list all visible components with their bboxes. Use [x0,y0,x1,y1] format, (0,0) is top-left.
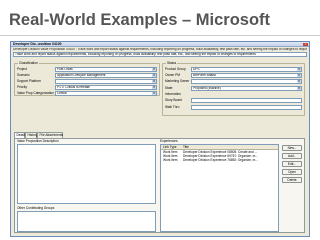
walk-thru-field[interactable] [191,105,302,110]
state-row: State Proposed (Inactive) ▼ [165,86,302,91]
add-link-button[interactable]: Add... [282,153,302,159]
value-prop-category-value: Critical [57,91,67,95]
classification-title: Classification [18,60,39,66]
other-groups-field[interactable] [17,211,156,232]
project-label: Project [17,66,27,71]
chevron-down-icon[interactable]: ▼ [297,74,301,77]
summary-field[interactable]: Trace work and report status against req… [13,52,307,57]
information-title: Information [165,92,181,96]
project-select[interactable]: Post Orcas ▼ [55,67,157,72]
title-divider [0,35,320,36]
state-label: State [165,85,173,90]
support-platform-row: Support Platform ▼ [17,79,157,84]
table-row[interactable]: Work Item Developer Division Experience … [161,158,278,162]
chevron-down-icon[interactable]: ▼ [152,86,156,89]
open-link-button[interactable]: Open [282,169,302,175]
value-prop-category-label: Value Prop Categorization [17,90,54,95]
marketing-owner-label: Marketing Owner [165,78,190,83]
vp-description-field[interactable] [17,144,156,204]
story-board-field[interactable] [191,98,302,103]
owner-pm-row: Owner PM BrbParrh Bhatia ▼ [165,73,302,78]
scenario-row: Scenario Application Lifecycle Managemen… [17,73,157,78]
edit-link-button[interactable]: Edit... [282,161,302,167]
value-prop-category-row: Value Prop Categorization Critical ▼ [17,91,157,96]
marketing-owner-row: Marketing Owner ▼ [165,79,302,84]
marketing-owner-select[interactable]: ▼ [191,79,302,84]
grid-header-title[interactable]: Title [183,145,189,150]
experiences-label: Experiences [160,139,178,143]
owner-pm-value: BrbParrh Bhatia [193,73,216,77]
status-group: Status Product Group DPS ▼ Owner PM BrbP… [162,60,305,116]
slide-title: Real-World Examples – Microsoft [9,11,271,29]
scenario-select[interactable]: Application Lifecycle Management ▼ [55,73,157,78]
support-platform-label: Support Platform [17,78,41,83]
priority-row: Priority P1 0. Critical to release ▼ [17,85,157,90]
window-title: Developer Div...ossition 04100 [13,41,62,46]
experiences-grid: Link Type Title Work Item Developer Divi… [160,144,279,232]
chevron-down-icon[interactable]: ▼ [152,92,156,95]
chevron-down-icon[interactable]: ▼ [297,68,301,71]
chevron-down-icon[interactable]: ▼ [152,80,156,83]
product-group-value: DPS [193,67,200,71]
state-select[interactable]: Proposed (Inactive) ▼ [191,86,302,91]
chevron-down-icon[interactable]: ▼ [297,87,301,90]
state-value: Proposed (Inactive) [193,86,221,90]
classification-group: Classification Project Post Orcas ▼ Scen… [14,60,160,96]
scenario-value: Application Lifecycle Management [57,73,106,77]
walk-thru-label: Walk Thru [165,104,180,109]
product-group-row: Product Group DPS ▼ [165,67,302,72]
work-item-description: Developer Division Value Proposition 041… [13,47,307,51]
chevron-down-icon[interactable]: ▼ [297,80,301,83]
grid-header: Link Type Title [161,145,278,150]
status-title: Status [166,60,178,66]
support-platform-select[interactable]: ▼ [55,79,157,84]
owner-pm-label: Owner PM [165,72,181,77]
project-row: Project Post Orcas ▼ [17,67,157,72]
scenario-label: Scenario [17,72,30,77]
vp-description-label: Value Proposition Description [17,139,59,143]
chevron-down-icon[interactable]: ▼ [152,68,156,71]
delete-link-button[interactable]: Delete [282,177,302,183]
owner-pm-select[interactable]: BrbParrh Bhatia ▼ [191,73,302,78]
priority-label: Priority [17,84,27,89]
chevron-down-icon[interactable]: ▼ [152,74,156,77]
work-item-window: Developer Div...ossition 04100 × Develop… [10,41,310,237]
other-groups-label: Other Contributing Groups [17,206,55,210]
project-value: Post Orcas [57,67,73,71]
details-panel: Value Proposition Description Other Cont… [14,138,305,233]
priority-value: P1 0. Critical to release [57,85,90,89]
product-group-label: Product Group [165,66,186,71]
walk-thru-row: Walk Thru [165,105,302,110]
grid-header-link-type[interactable]: Link Type [163,145,177,150]
row-title: Developer Division Experience 76892: Org… [183,157,258,162]
story-board-label: Story Board [165,97,182,102]
priority-select[interactable]: P1 0. Critical to release ▼ [55,85,157,90]
product-group-select[interactable]: DPS ▼ [191,67,302,72]
row-link-type: Work Item [163,157,178,162]
story-board-row: Story Board [165,98,302,103]
close-icon[interactable]: × [303,42,308,47]
window-titlebar: Developer Div...ossition 04100 × [11,42,309,47]
new-link-button[interactable]: New... [282,145,302,151]
value-prop-category-select[interactable]: Critical ▼ [55,91,157,96]
